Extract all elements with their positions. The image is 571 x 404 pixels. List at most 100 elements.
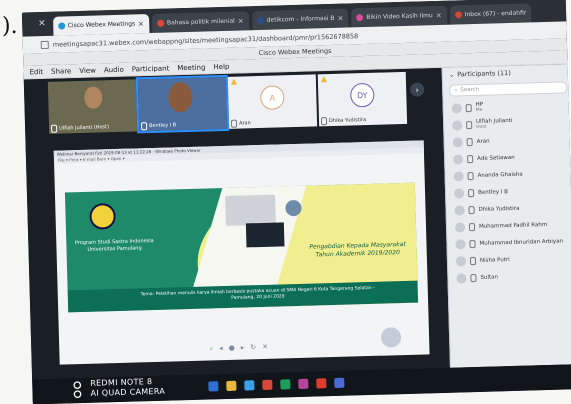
camera-watermark-logo-icon	[73, 381, 82, 399]
mic-icon	[466, 120, 473, 129]
program-emblem	[89, 203, 116, 230]
laptop-image	[225, 194, 276, 226]
program-name: Program Studi Sastra Indonesia Universit…	[74, 237, 154, 253]
avatar-tile[interactable]: DY Dhika Yudistira	[317, 71, 408, 127]
delete-icon[interactable]: ✕	[262, 343, 268, 352]
app-icon[interactable]	[226, 380, 237, 392]
app-icon[interactable]	[316, 378, 327, 389]
menu-audio[interactable]: Audio	[104, 65, 124, 74]
participant-name: Muhammad Fadhil Rahm	[478, 221, 548, 230]
menu-participant[interactable]: Participant	[132, 64, 170, 73]
participant-name: Bentley I B	[149, 122, 177, 130]
presentation-slide: Program Studi Sastra Indonesia Universit…	[64, 182, 419, 313]
tab-close-icon[interactable]: ✕	[337, 14, 343, 22]
avatar-tile[interactable]: A Aran	[227, 74, 318, 129]
chevron-down-icon[interactable]: ⌄	[449, 71, 455, 79]
mic-icon	[468, 222, 476, 231]
participant-name: Dhika Yudistira	[478, 205, 520, 213]
app-icon[interactable]	[280, 379, 291, 390]
participants-panel: ⌄ Participants (11) ⌕ Search HP Me Ulfiah …	[441, 64, 571, 368]
avatar	[452, 136, 463, 148]
mic-icon	[466, 137, 473, 146]
app-icon[interactable]	[334, 377, 345, 389]
viewer-controls: ⌕ ◂ ● ▸ ↻ ✕	[209, 343, 268, 354]
share-control-button[interactable]	[380, 327, 402, 348]
menu-view[interactable]: View	[79, 66, 96, 74]
tablet-image	[245, 222, 285, 248]
mic-icon	[469, 256, 477, 265]
video-tile[interactable]: Bentley I B	[135, 74, 230, 134]
avatar	[452, 153, 464, 165]
tab-close-icon[interactable]: ✕	[436, 11, 442, 19]
panel-title: Participants (11)	[457, 68, 511, 79]
meeting-stage: Ulfiah Julianti (Host) Bentley I B A Ara…	[23, 67, 450, 380]
menu-edit[interactable]: Edit	[29, 68, 43, 76]
avatar	[454, 221, 466, 233]
mic-icon	[465, 103, 472, 112]
slide-title: Pengabdian Kepada Masyarakat Tahun Akade…	[309, 240, 406, 259]
mic-icon	[230, 119, 238, 128]
participant-name: Aran	[238, 120, 251, 127]
avatar	[455, 255, 467, 267]
mic-icon	[469, 239, 476, 248]
participant-role: Host	[476, 124, 487, 130]
participant-name: Ade Setiawan	[477, 154, 515, 162]
tab-close-icon[interactable]: ✕	[138, 20, 144, 28]
participant-video	[83, 86, 103, 109]
mic-icon	[467, 171, 474, 180]
search-placeholder: Search	[460, 86, 480, 94]
shared-screen: Webinar Bersyarat Fyti 2019-08-13 at 11:…	[53, 140, 430, 365]
mic-icon	[140, 122, 148, 131]
mic-icon	[320, 117, 328, 126]
avatar	[451, 102, 462, 114]
participant-role: Me	[475, 107, 483, 113]
avatar	[455, 238, 466, 250]
participant-search-input[interactable]: ⌕ Search	[449, 81, 568, 97]
chevron-right-icon[interactable]: ›	[409, 82, 425, 97]
tab-label: Inbox (67) - endahfir	[464, 9, 527, 19]
app-icon[interactable]	[244, 380, 255, 391]
avatar	[453, 187, 465, 199]
rotate-icon[interactable]: ↻	[250, 343, 256, 352]
taskbar-icons	[208, 377, 345, 392]
participant-name: Dhika Yudistira	[328, 117, 367, 125]
video-tile[interactable]: Ulfiah Julianti (Host)	[47, 79, 138, 134]
tab-label: detikcom - Informasi B	[266, 14, 335, 24]
avatar	[452, 119, 463, 131]
close-icon[interactable]: ✕	[38, 19, 46, 29]
avatar	[453, 170, 464, 182]
app-icon[interactable]	[298, 378, 309, 390]
avatar: DY	[349, 82, 375, 108]
menu-help[interactable]: Help	[213, 62, 229, 70]
video-thumbnails: Ulfiah Julianti (Host) Bentley I B A Ara…	[47, 71, 408, 134]
lock-icon	[40, 40, 49, 49]
avatar	[456, 272, 467, 284]
participant-list: HP Me Ulfiah Julianti Host Aran Ade Setiawan A…	[443, 96, 571, 287]
participant-name: Nisha Putri	[479, 256, 510, 264]
participant-video	[167, 81, 193, 113]
participant-name: Sultan	[480, 273, 499, 281]
tab-close-icon[interactable]: ✕	[238, 17, 244, 25]
participant-row[interactable]: Sultan	[448, 266, 571, 287]
mic-icon	[51, 124, 58, 133]
app-icon[interactable]	[208, 381, 219, 392]
site-icon	[156, 19, 165, 27]
search-icon: ⌕	[454, 86, 458, 94]
webex-icon	[57, 22, 65, 30]
mic-icon	[467, 154, 474, 163]
zoom-icon[interactable]: ⌕	[209, 344, 213, 353]
play-icon[interactable]: ●	[229, 344, 235, 353]
watermark-line-2: AI QUAD CAMERA	[90, 386, 166, 398]
mic-icon	[468, 205, 475, 214]
mic-icon	[467, 188, 475, 197]
menu-share[interactable]: Share	[51, 67, 71, 76]
app-icon[interactable]	[262, 379, 273, 391]
next-icon[interactable]: ▸	[241, 344, 245, 353]
menu-meeting[interactable]: Meeting	[177, 63, 205, 72]
tab-label: Cisco Webex Meetings	[67, 20, 136, 30]
participant-name: Aran	[476, 138, 490, 145]
participant-name: Muhammad Ibnuridan Arbiyan	[479, 238, 564, 247]
tab-gmail[interactable]: Inbox (67) - endahfir	[449, 3, 532, 25]
previous-icon[interactable]: ◂	[219, 344, 223, 353]
warning-icon	[320, 76, 327, 83]
